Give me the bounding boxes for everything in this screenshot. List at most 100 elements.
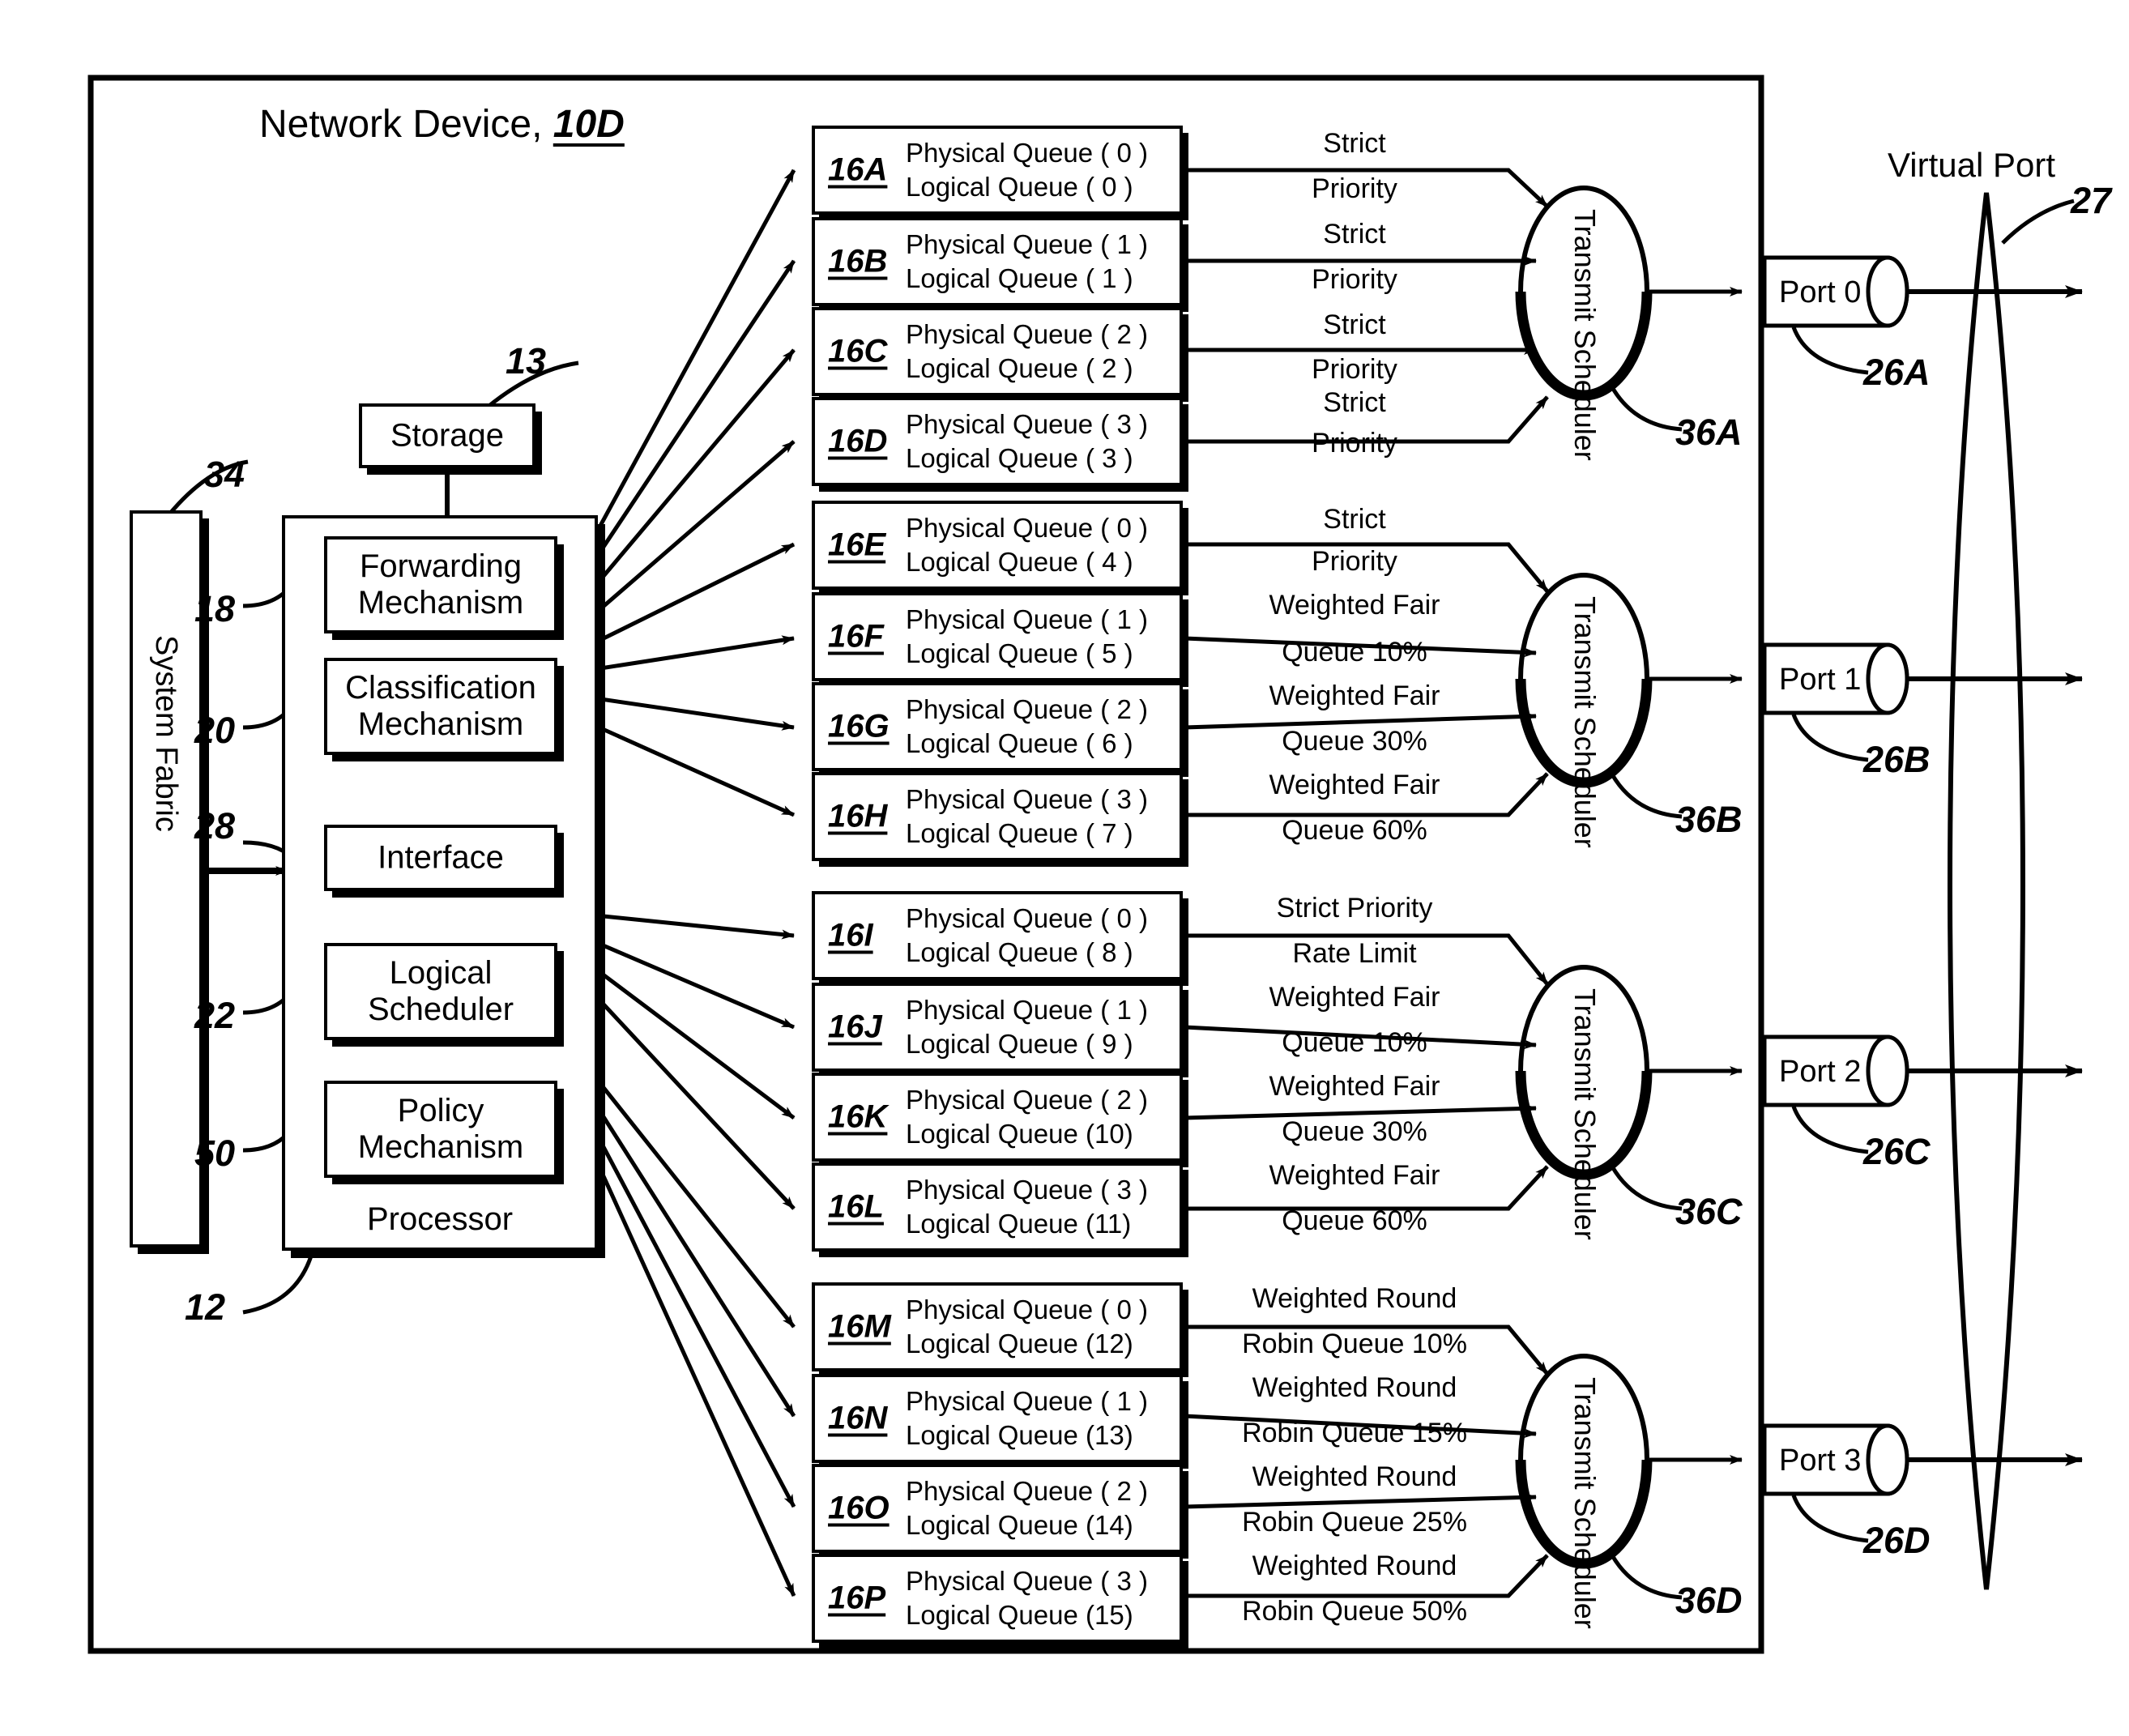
queue-logical: Logical Queue ( 4 ) [906, 547, 1133, 577]
port-label-2: Port 2 [1779, 1055, 1862, 1089]
queue-logical: Logical Queue ( 0 ) [906, 172, 1133, 202]
ref-26B: 26B [1863, 739, 1931, 780]
queue-box-16M[interactable]: 16M Physical Queue ( 0 ) Logical Queue (1… [812, 1282, 1183, 1371]
queue-ref: 16D [828, 423, 888, 459]
queue-ref: 16B [828, 243, 888, 279]
ref-27: 27 [2071, 180, 2112, 221]
ref-36B: 36B [1675, 799, 1743, 840]
ref-26D: 26D [1863, 1520, 1931, 1561]
scheduler-label: Transmit Scheduler [1568, 988, 1602, 1240]
queue-box-16E[interactable]: 16E Physical Queue ( 0 ) Logical Queue ( … [812, 501, 1183, 590]
system-fabric-label: System Fabric [149, 635, 183, 832]
queue-physical: Physical Queue ( 3 ) [906, 1565, 1148, 1596]
ref-13: 13 [506, 340, 547, 382]
module-label: Forwarding Mechanism [357, 548, 524, 621]
queue-box-16G[interactable]: 16G Physical Queue ( 2 ) Logical Queue ( … [812, 682, 1183, 771]
queue-box-16K[interactable]: 16K Physical Queue ( 2 ) Logical Queue (1… [812, 1073, 1183, 1162]
policy-label: Queue 10% [1282, 1027, 1427, 1058]
queue-box-16C[interactable]: 16C Physical Queue ( 2 ) Logical Queue ( … [812, 307, 1183, 396]
policy-label: Priority [1312, 264, 1397, 295]
figure-title-ref: 10D [553, 103, 625, 146]
policy-label: Robin Queue 15% [1242, 1418, 1467, 1448]
policy-label: Weighted Round [1252, 1372, 1457, 1403]
queue-logical: Logical Queue ( 8 ) [906, 937, 1133, 967]
storage-block: Storage [359, 403, 535, 468]
policy-label: Queue 60% [1282, 815, 1427, 846]
queue-box-16D[interactable]: 16D Physical Queue ( 3 ) Logical Queue ( … [812, 397, 1183, 486]
queue-ref: 16P [828, 1580, 886, 1616]
policy-label: Weighted Fair [1269, 1160, 1440, 1191]
queue-ref: 16F [828, 618, 884, 655]
policy-label: Weighted Fair [1269, 590, 1440, 621]
system-fabric-block: System Fabric [130, 510, 203, 1248]
queue-ref: 16K [828, 1098, 888, 1135]
queue-logical: Logical Queue ( 1 ) [906, 263, 1133, 293]
queue-logical: Logical Queue (13) [906, 1420, 1133, 1450]
queue-ref: 16E [828, 527, 886, 563]
queue-box-16H[interactable]: 16H Physical Queue ( 3 ) Logical Queue ( … [812, 772, 1183, 861]
module-label: Interface [378, 839, 504, 876]
port-label-0: Port 0 [1779, 275, 1862, 309]
patent-figure: Network Device, 10D System Fabric 34 Sto… [0, 0, 2129, 1736]
policy-label: Weighted Round [1252, 1283, 1457, 1314]
queue-physical: Physical Queue ( 3 ) [906, 783, 1148, 814]
policy-label: Weighted Fair [1269, 770, 1440, 800]
policy-label: Priority [1312, 173, 1397, 204]
ref-36C: 36C [1675, 1191, 1743, 1232]
queue-logical: Logical Queue ( 3 ) [906, 443, 1133, 473]
policy-label: Strict [1323, 219, 1386, 250]
ref-36A: 36A [1675, 412, 1743, 453]
policy-label: Queue 60% [1282, 1205, 1427, 1236]
queue-box-16J[interactable]: 16J Physical Queue ( 1 ) Logical Queue ( … [812, 983, 1183, 1072]
queue-physical: Physical Queue ( 2 ) [906, 693, 1148, 724]
queue-box-16N[interactable]: 16N Physical Queue ( 1 ) Logical Queue (1… [812, 1374, 1183, 1463]
ref-50: 50 [194, 1132, 236, 1174]
policy-label: Queue 10% [1282, 637, 1427, 668]
queue-physical: Physical Queue ( 3 ) [906, 1174, 1148, 1205]
queue-box-16O[interactable]: 16O Physical Queue ( 2 ) Logical Queue (1… [812, 1464, 1183, 1553]
queue-ref: 16J [828, 1009, 882, 1045]
policy-label: Robin Queue 50% [1242, 1596, 1467, 1627]
policy-label: Strict [1323, 309, 1386, 340]
ref-28: 28 [194, 805, 236, 847]
policy-label: Weighted Round [1252, 1461, 1457, 1492]
queue-physical: Physical Queue ( 0 ) [906, 137, 1148, 168]
queue-ref: 16C [828, 333, 888, 369]
processor-label: Processor [366, 1201, 514, 1237]
storage-label: Storage [390, 417, 505, 454]
policy-label: Strict [1323, 128, 1386, 159]
port-label-3: Port 3 [1779, 1444, 1862, 1478]
queue-logical: Logical Queue (14) [906, 1510, 1133, 1540]
ref-36D: 36D [1675, 1580, 1743, 1621]
port-label-1: Port 1 [1779, 663, 1862, 697]
policy-label: Priority [1312, 354, 1397, 385]
queue-box-16I[interactable]: 16I Physical Queue ( 0 ) Logical Queue ( … [812, 891, 1183, 980]
policy-label: Strict [1323, 504, 1386, 535]
queue-logical: Logical Queue ( 2 ) [906, 353, 1133, 383]
queue-box-16L[interactable]: 16L Physical Queue ( 3 ) Logical Queue (1… [812, 1162, 1183, 1252]
queue-ref: 16I [828, 917, 873, 953]
queue-box-16B[interactable]: 16B Physical Queue ( 1 ) Logical Queue ( … [812, 217, 1183, 306]
queue-physical: Physical Queue ( 1 ) [906, 994, 1148, 1025]
queue-logical: Logical Queue (12) [906, 1329, 1133, 1359]
queue-box-16P[interactable]: 16P Physical Queue ( 3 ) Logical Queue (1… [812, 1554, 1183, 1643]
module-policy-mechanism: Policy Mechanism [324, 1081, 557, 1178]
module-label: Policy Mechanism [357, 1093, 524, 1165]
ref-18: 18 [194, 588, 236, 629]
queue-box-16F[interactable]: 16F Physical Queue ( 1 ) Logical Queue ( … [812, 592, 1183, 681]
scheduler-label: Transmit Scheduler [1568, 1377, 1602, 1629]
queue-physical: Physical Queue ( 0 ) [906, 512, 1148, 543]
module-forwarding-mechanism: Forwarding Mechanism [324, 536, 557, 633]
queue-logical: Logical Queue ( 7 ) [906, 818, 1133, 848]
queue-physical: Physical Queue ( 0 ) [906, 902, 1148, 933]
policy-label: Weighted Round [1252, 1550, 1457, 1581]
queue-ref: 16O [828, 1490, 890, 1526]
policy-label: Robin Queue 10% [1242, 1329, 1467, 1359]
queue-physical: Physical Queue ( 1 ) [906, 604, 1148, 634]
queue-physical: Physical Queue ( 1 ) [906, 1385, 1148, 1416]
queue-ref: 16H [828, 798, 888, 834]
queue-box-16A[interactable]: 16A Physical Queue ( 0 ) Logical Queue ( … [812, 126, 1183, 215]
queue-logical: Logical Queue (11) [906, 1209, 1132, 1239]
scheduler-label: Transmit Scheduler [1568, 209, 1602, 461]
ref-12: 12 [185, 1286, 226, 1328]
